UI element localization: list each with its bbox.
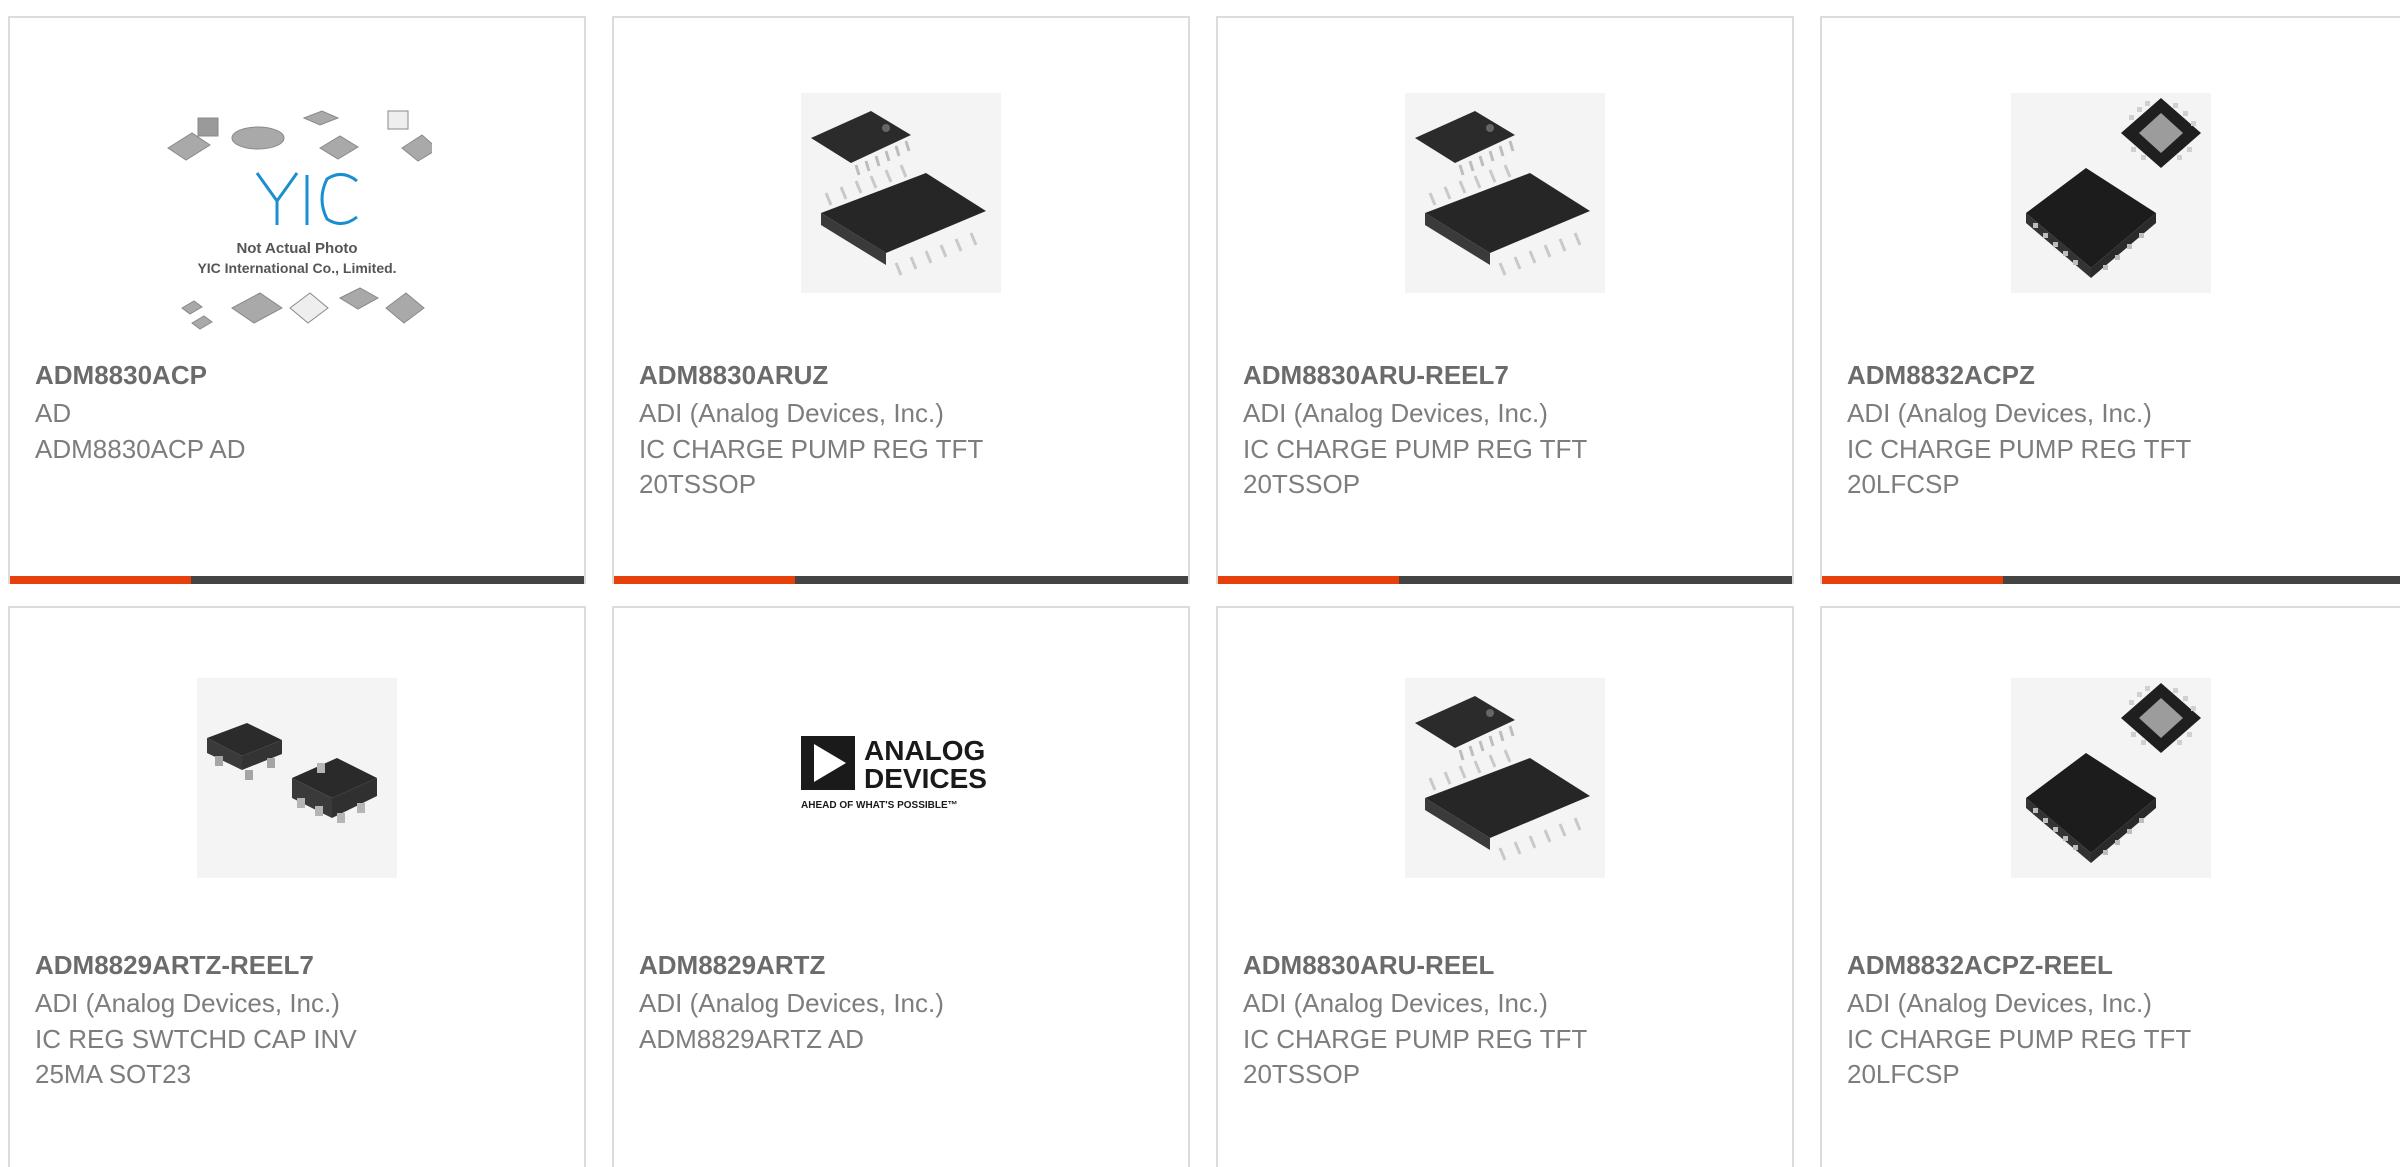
logo-tagline: AHEAD OF WHAT'S POSSIBLE™ <box>801 800 958 811</box>
card-accent <box>1822 576 2003 584</box>
logo-line-2: DEVICES <box>864 763 987 794</box>
part-number[interactable]: ADM8832ACPZ-REEL <box>1847 950 2113 981</box>
manufacturer: AD <box>35 398 72 428</box>
description: ADM8829ARTZ AD <box>639 1024 864 1054</box>
product-card[interactable]: ADM8830ARU-REEL ADI (Analog Devices, Inc… <box>1216 606 1794 1167</box>
placeholder-caption-2: YIC International Co., Limited. <box>197 260 396 276</box>
product-card[interactable]: ADM8830ARU-REEL7 ADI (Analog Devices, In… <box>1216 16 1794 584</box>
product-card[interactable]: Not Actual Photo YIC International Co., … <box>8 16 586 584</box>
card-bottom-bar <box>1822 576 2400 584</box>
manufacturer: ADI (Analog Devices, Inc.) <box>1243 398 1548 428</box>
manufacturer: ADI (Analog Devices, Inc.) <box>1243 988 1548 1018</box>
package: 25MA SOT23 <box>35 1059 192 1089</box>
description: IC CHARGE PUMP REG TFT <box>1243 1024 1588 1054</box>
description: ADM8830ACP AD <box>35 434 246 464</box>
manufacturer: ADI (Analog Devices, Inc.) <box>1847 988 2152 1018</box>
tssop-package-image <box>1405 678 1605 878</box>
package: 20LFCSP <box>1847 469 1960 499</box>
manufacturer: ADI (Analog Devices, Inc.) <box>639 398 944 428</box>
product-grid: Not Actual Photo YIC International Co., … <box>0 0 2400 1167</box>
manufacturer: ADI (Analog Devices, Inc.) <box>1847 398 2152 428</box>
part-number[interactable]: ADM8830ARUZ <box>639 360 828 391</box>
part-number[interactable]: ADM8832ACPZ <box>1847 360 2035 391</box>
part-number[interactable]: ADM8830ARU-REEL7 <box>1243 360 1509 391</box>
description: IC CHARGE PUMP REG TFT <box>1243 434 1588 464</box>
description: IC REG SWTCHD CAP INV <box>35 1024 357 1054</box>
part-number[interactable]: ADM8829ARTZ <box>639 950 825 981</box>
description: IC CHARGE PUMP REG TFT <box>1847 434 2192 464</box>
part-number[interactable]: ADM8830ARU-REEL <box>1243 950 1494 981</box>
tssop-package-image <box>1405 93 1605 293</box>
product-card[interactable]: ADM8832ACPZ ADI (Analog Devices, Inc.) I… <box>1820 16 2400 584</box>
description: IC CHARGE PUMP REG TFT <box>1847 1024 2192 1054</box>
lfcsp-package-image <box>2011 678 2211 878</box>
manufacturer: ADI (Analog Devices, Inc.) <box>35 988 340 1018</box>
tssop-package-image <box>801 93 1001 293</box>
card-accent <box>614 576 795 584</box>
package: 20TSSOP <box>1243 1059 1361 1089</box>
package: 20TSSOP <box>1243 469 1361 499</box>
card-bottom-bar <box>10 576 584 584</box>
product-card[interactable]: ADM8830ARUZ ADI (Analog Devices, Inc.) I… <box>612 16 1190 584</box>
package: 20TSSOP <box>639 469 757 499</box>
card-accent <box>10 576 191 584</box>
manufacturer: ADI (Analog Devices, Inc.) <box>639 988 944 1018</box>
product-card[interactable]: ADM8832ACPZ-REEL ADI (Analog Devices, In… <box>1820 606 2400 1167</box>
lfcsp-package-image <box>2011 93 2211 293</box>
card-bottom-bar <box>614 576 1188 584</box>
card-bottom-bar <box>1218 576 1792 584</box>
package: 20LFCSP <box>1847 1059 1960 1089</box>
analog-devices-logo: ANALOG DEVICES AHEAD OF WHAT'S POSSIBLE™ <box>801 735 987 811</box>
description: IC CHARGE PUMP REG TFT <box>639 434 984 464</box>
part-number[interactable]: ADM8830ACP <box>35 360 207 391</box>
sot23-package-image <box>197 678 397 878</box>
placeholder-caption-1: Not Actual Photo <box>236 240 357 257</box>
not-actual-photo-image: Not Actual Photo YIC International Co., … <box>167 110 432 330</box>
logo-line-1: ANALOG <box>864 735 985 766</box>
product-card[interactable]: ANALOG DEVICES AHEAD OF WHAT'S POSSIBLE™… <box>612 606 1190 1167</box>
card-accent <box>1218 576 1399 584</box>
part-number[interactable]: ADM8829ARTZ-REEL7 <box>35 950 314 981</box>
product-card[interactable]: ADM8829ARTZ-REEL7 ADI (Analog Devices, I… <box>8 606 586 1167</box>
